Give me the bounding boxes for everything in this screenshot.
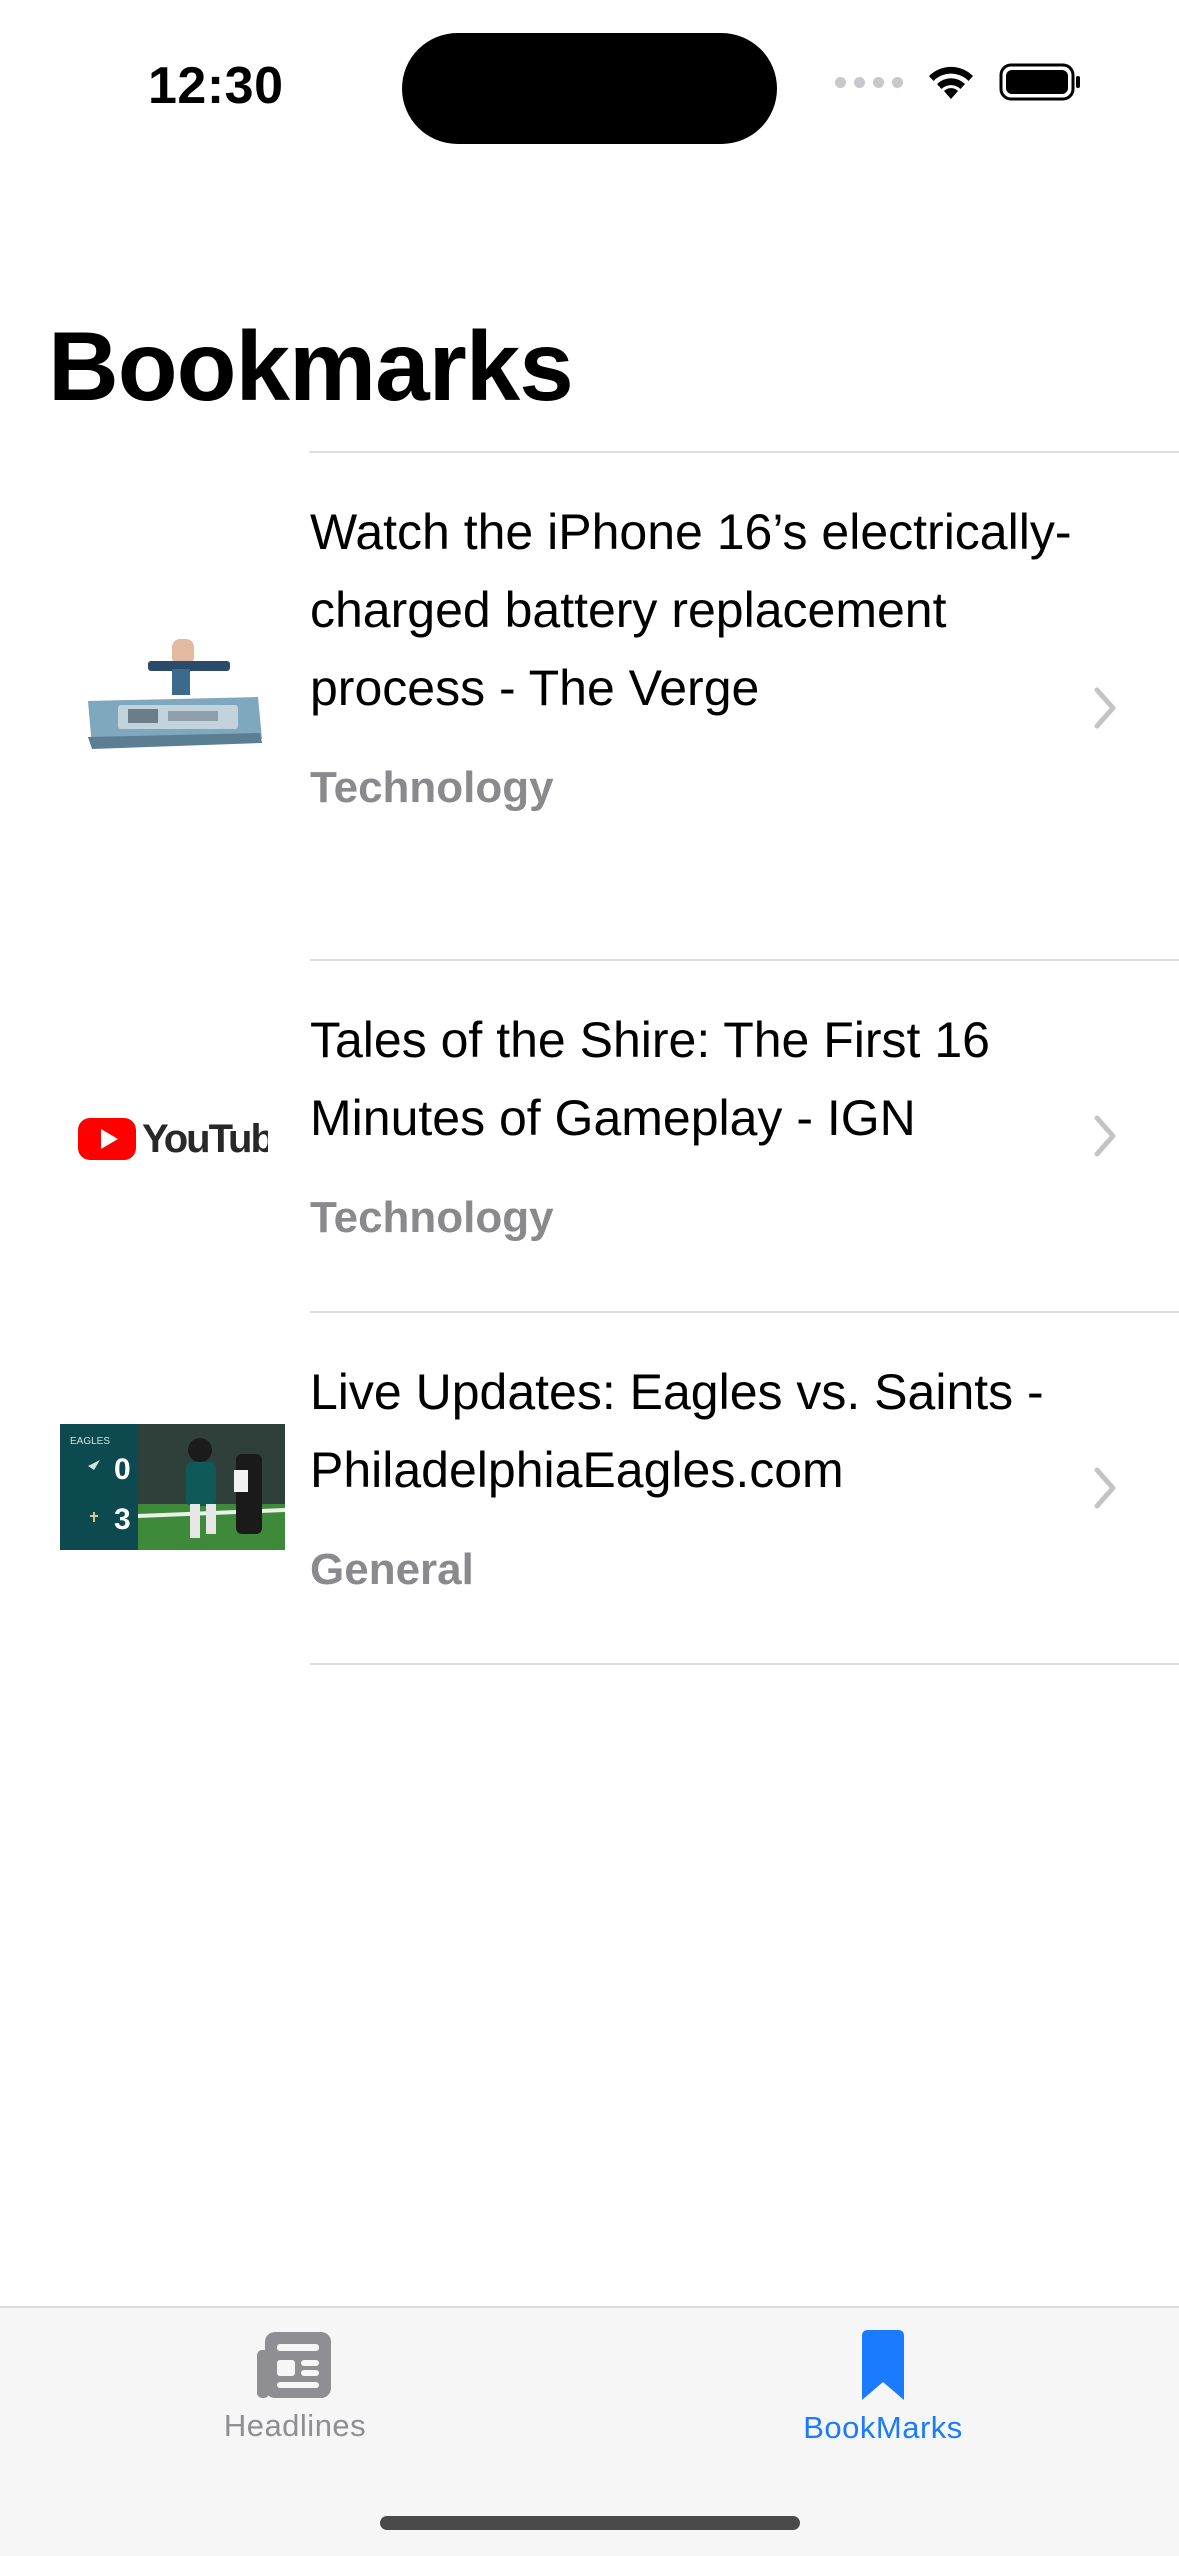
- bookmark-text: Tales of the Shire: The First 16 Minutes…: [310, 1001, 1100, 1243]
- bookmark-title: Live Updates: Eagles vs. Saints - Philad…: [310, 1364, 1044, 1498]
- chevron-right-icon: [1094, 687, 1116, 729]
- chevron-right-icon: [1094, 1115, 1116, 1157]
- list-item[interactable]: YouTube Tales of the Shire: The First 16…: [0, 959, 1179, 1311]
- battery-icon: [999, 62, 1081, 102]
- tab-bookmarks[interactable]: BookMarks: [733, 2328, 1033, 2446]
- screen: 12:30 Bookmarks Watch the iPhone 16’s el…: [0, 0, 1179, 2556]
- bookmark-text: Watch the iPhone 16’s electrically-charg…: [310, 493, 1100, 813]
- chevron-right-icon: [1094, 1467, 1116, 1509]
- bookmark-category: Technology: [310, 763, 554, 812]
- svg-text:3: 3: [114, 1503, 131, 1536]
- bookmark-text: Live Updates: Eagles vs. Saints - Philad…: [310, 1353, 1100, 1595]
- newspaper-icon: [257, 2332, 331, 2398]
- cellular-signal-icon: [835, 76, 903, 88]
- youtube-logo-icon: YouTube: [60, 1099, 285, 1179]
- home-indicator[interactable]: [380, 2516, 800, 2530]
- bookmark-category: General: [310, 1545, 474, 1594]
- status-indicators: [835, 62, 1081, 102]
- thumbnail-image: [60, 631, 285, 761]
- bookmark-icon: [862, 2330, 904, 2400]
- separator: [310, 1663, 1179, 1665]
- thumbnail-image: EAGLES 0 3: [60, 1424, 285, 1550]
- list-item[interactable]: Watch the iPhone 16’s electrically-charg…: [0, 451, 1179, 959]
- svg-text:0: 0: [114, 1453, 131, 1486]
- bookmark-title: Tales of the Shire: The First 16 Minutes…: [310, 1012, 990, 1146]
- dynamic-island: [402, 33, 777, 144]
- list-item[interactable]: EAGLES 0 3 Live Updates: Eagles vs. Sain…: [0, 1311, 1179, 1665]
- svg-text:EAGLES: EAGLES: [70, 1436, 110, 1447]
- bookmark-title: Watch the iPhone 16’s electrically-charg…: [310, 504, 1072, 716]
- tab-label: BookMarks: [803, 2410, 963, 2445]
- tab-headlines[interactable]: Headlines: [145, 2328, 445, 2444]
- bookmark-category: Technology: [310, 1193, 554, 1242]
- wifi-icon: [925, 63, 977, 101]
- tab-label: Headlines: [223, 2408, 367, 2443]
- page-title: Bookmarks: [48, 311, 574, 421]
- separator: [310, 451, 1179, 453]
- status-time: 12:30: [148, 57, 284, 115]
- separator: [310, 959, 1179, 961]
- svg-text:YouTube: YouTube: [142, 1117, 268, 1161]
- bookmarks-list: Watch the iPhone 16’s electrically-charg…: [0, 451, 1179, 1665]
- separator: [310, 1311, 1179, 1313]
